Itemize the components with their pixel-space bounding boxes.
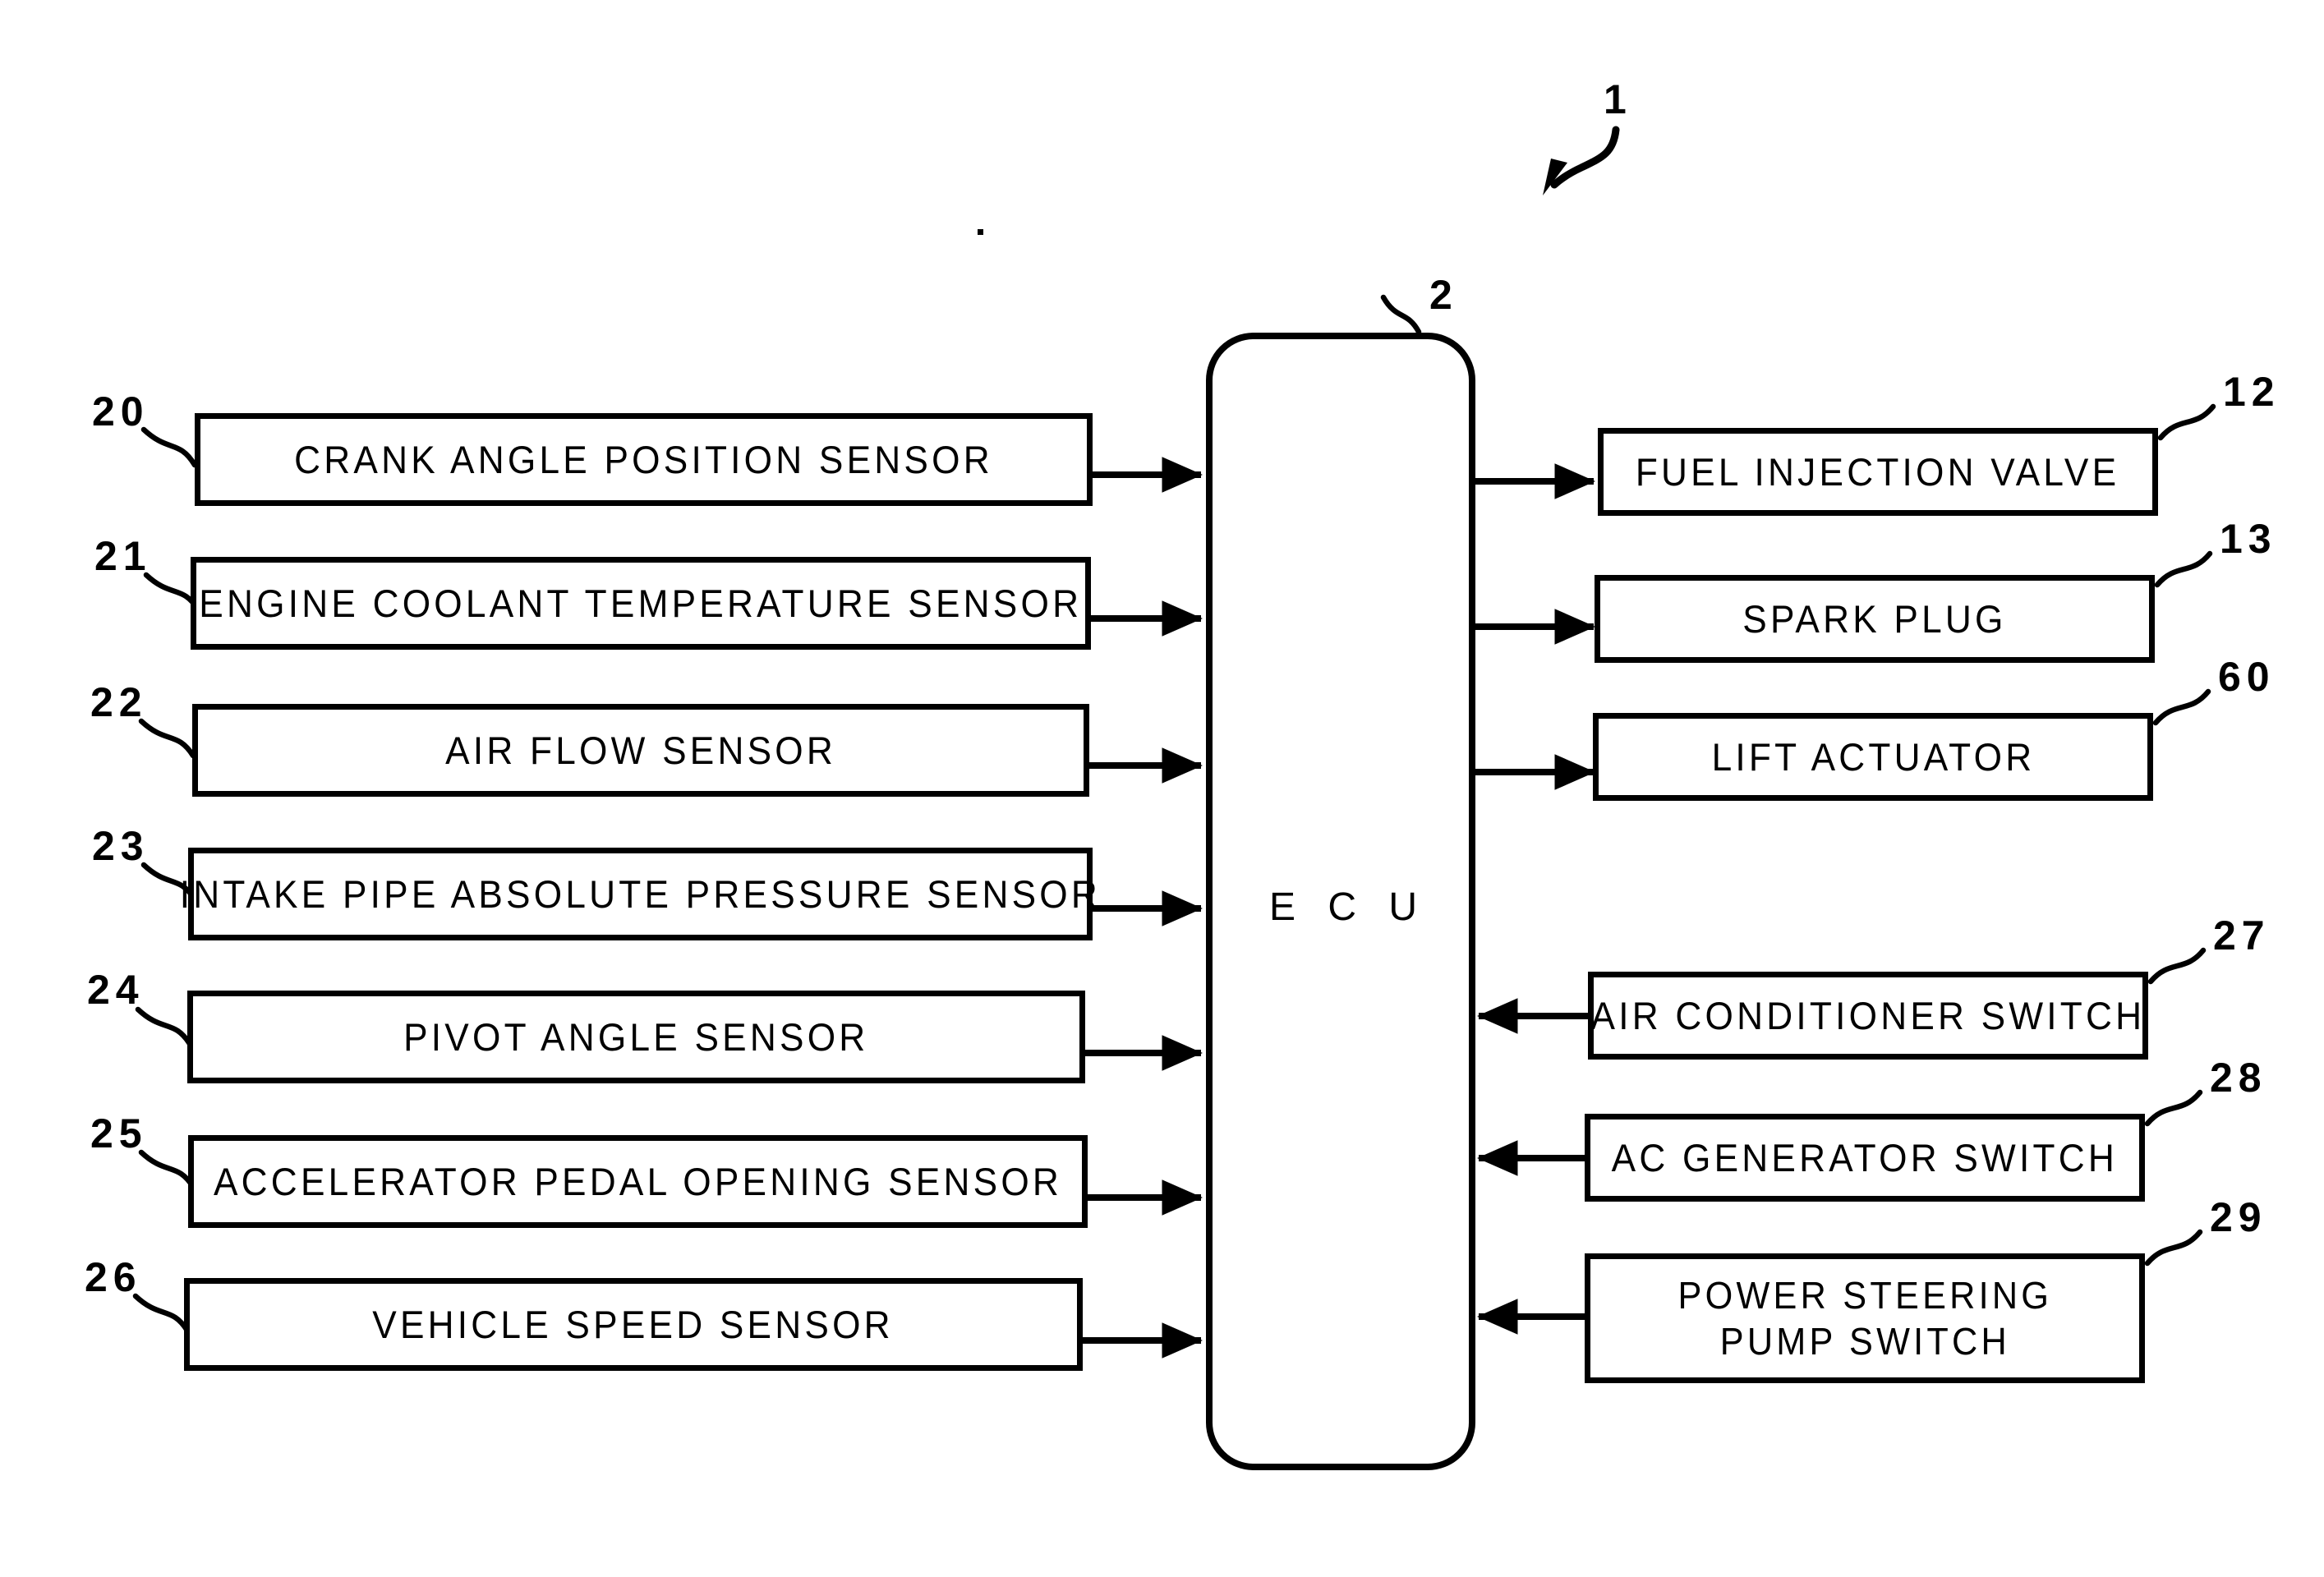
block-label-60: LIFT ACTUATOR: [1711, 734, 2035, 779]
block-label-23: INTAKE PIPE ABSOLUTE PRESSURE SENSOR: [179, 871, 1102, 916]
ref-numeral-ecu-2: 2: [1429, 272, 1458, 318]
ref-numeral-22: 22: [90, 679, 148, 725]
output-arrow-group: [1475, 463, 1595, 790]
block-engine-coolant-temperature-sensor: ENGINE COOLANT TEMPERATURE SENSOR: [191, 557, 1091, 650]
block-power-steering-pump-switch: POWER STEERING PUMP SWITCH: [1585, 1253, 2145, 1383]
leader-28: [2144, 1089, 2203, 1127]
block-label-27: AIR CONDITIONER SWITCH: [1590, 993, 2146, 1037]
leader-13: [2154, 550, 2213, 588]
leader-27: [2147, 947, 2207, 985]
ref-numeral-25: 25: [90, 1110, 148, 1156]
block-ac-generator-switch: AC GENERATOR SWITCH: [1585, 1114, 2145, 1202]
ref-numeral-29: 29: [2210, 1194, 2267, 1240]
leader-22: [138, 718, 196, 759]
leader-20: [140, 426, 198, 468]
block-label-24: PIVOT ANGLE SENSOR: [403, 1014, 869, 1059]
block-label-21: ENGINE COOLANT TEMPERATURE SENSOR: [199, 581, 1083, 625]
ref-numeral-23: 23: [92, 823, 150, 869]
ref-numeral-20: 20: [92, 389, 150, 434]
leader-12: [2157, 403, 2216, 441]
leader-24: [135, 1006, 193, 1047]
block-label-12: FUEL INJECTION VALVE: [1636, 449, 2120, 494]
block-label-13: SPARK PLUG: [1742, 596, 2007, 641]
ref-numeral-13: 13: [2220, 516, 2277, 562]
block-intake-pipe-absolute-pressure-sensor: INTAKE PIPE ABSOLUTE PRESSURE SENSOR: [180, 848, 1098, 940]
leader-2: [1380, 294, 1422, 335]
block-lift-actuator: LIFT ACTUATOR: [1593, 713, 2153, 801]
block-crank-angle-position-sensor: CRANK ANGLE POSITION SENSOR: [195, 413, 1093, 506]
block-label-29-line1: POWER STEERING: [1677, 1273, 2052, 1317]
block-label-26: VEHICLE SPEED SENSOR: [372, 1302, 895, 1346]
ref-numeral-21: 21: [94, 533, 152, 579]
leader-60: [2152, 688, 2211, 726]
leader-25: [138, 1149, 196, 1190]
scan-artifact-dot: [978, 229, 983, 235]
ref-numeral-system-1: 1: [1604, 76, 1632, 122]
ref-numeral-28: 28: [2210, 1055, 2267, 1101]
patent-figure-canvas: 1 2 E C U 20 CRANK ANGLE POSITION SENSOR…: [0, 0, 2324, 1577]
right-leader-group: [2144, 403, 2216, 1267]
block-air-flow-sensor: AIR FLOW SENSOR: [192, 704, 1089, 797]
ecu-label: E C U: [1269, 885, 1429, 929]
block-label-25: ACCELERATOR PEDAL OPENING SENSOR: [213, 1159, 1063, 1203]
ref-numeral-24: 24: [87, 967, 145, 1013]
ref-numeral-26: 26: [85, 1254, 142, 1300]
block-label-29-line2: PUMP SWITCH: [1719, 1320, 2010, 1363]
block-pivot-angle-sensor: PIVOT ANGLE SENSOR: [187, 991, 1085, 1083]
leader-26: [132, 1293, 191, 1334]
block-spark-plug: SPARK PLUG: [1595, 575, 2155, 663]
leader-29: [2144, 1229, 2203, 1267]
ref-numeral-12: 12: [2223, 369, 2280, 415]
ref-numeral-27: 27: [2213, 913, 2271, 959]
block-air-conditioner-switch: AIR CONDITIONER SWITCH: [1588, 972, 2148, 1060]
block-label-20: CRANK ANGLE POSITION SENSOR: [294, 437, 993, 481]
block-label-29: POWER STEERING PUMP SWITCH: [1677, 1272, 2052, 1364]
block-vehicle-speed-sensor: VEHICLE SPEED SENSOR: [184, 1278, 1083, 1371]
block-accelerator-pedal-opening-sensor: ACCELERATOR PEDAL OPENING SENSOR: [188, 1135, 1088, 1228]
switch-arrow-group: [1477, 998, 1594, 1335]
ref-numeral-60: 60: [2218, 654, 2276, 700]
block-label-28: AC GENERATOR SWITCH: [1611, 1135, 2119, 1179]
system-leader-arrow: [1543, 126, 1620, 195]
block-fuel-injection-valve: FUEL INJECTION VALVE: [1598, 428, 2158, 516]
block-label-22: AIR FLOW SENSOR: [445, 728, 836, 772]
